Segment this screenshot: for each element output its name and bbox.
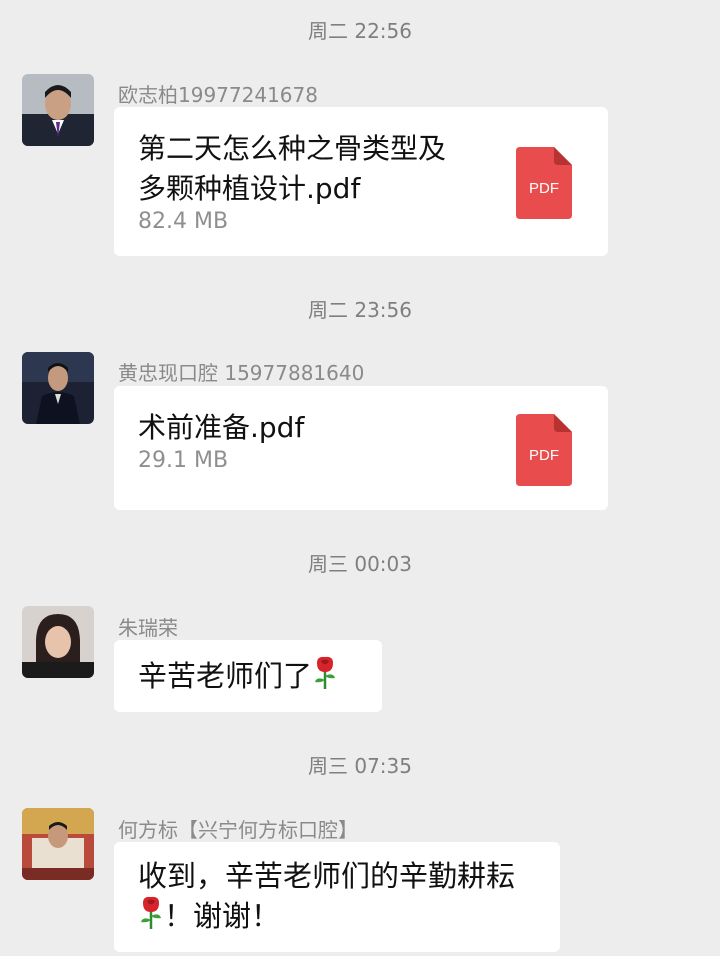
file-name: 第二天怎么种之骨类型及 多颗种植设计.pdf	[138, 132, 447, 205]
sender-name: 欧志柏19977241678	[118, 83, 318, 107]
sender-name: 黄忠现口腔 15977881640	[118, 361, 365, 385]
sender-name: 何方标【兴宁何方标口腔】	[118, 818, 358, 842]
timestamp: 周二 23:56	[308, 298, 412, 322]
file-size: 29.1 MB	[138, 448, 229, 473]
rose-emoji-icon	[138, 896, 164, 940]
avatar[interactable]	[22, 352, 94, 424]
text-message-bubble[interactable]: 辛苦老师们了	[114, 640, 382, 712]
message-text: 收到，辛苦老师们的辛勤耕耘 ！谢谢！	[138, 856, 515, 940]
avatar[interactable]	[22, 74, 94, 146]
timestamp: 周三 00:03	[308, 552, 412, 576]
rose-emoji-icon	[312, 656, 338, 700]
pdf-file-icon: PDF	[516, 147, 572, 219]
file-message-bubble[interactable]: 第二天怎么种之骨类型及 多颗种植设计.pdf 82.4 MB PDF	[114, 107, 608, 256]
message-text: 辛苦老师们了	[138, 656, 338, 700]
file-size: 82.4 MB	[138, 209, 229, 234]
text-message-bubble[interactable]: 收到，辛苦老师们的辛勤耕耘 ！谢谢！	[114, 842, 560, 952]
file-message-bubble[interactable]: 术前准备.pdf 29.1 MB PDF	[114, 386, 608, 510]
timestamp: 周三 07:35	[308, 754, 412, 778]
pdf-badge-label: PDF	[529, 180, 559, 197]
sender-name: 朱瑞荣	[118, 616, 178, 640]
file-name: 术前准备.pdf	[138, 411, 305, 444]
pdf-file-icon: PDF	[516, 414, 572, 486]
timestamp: 周二 22:56	[308, 19, 412, 43]
pdf-badge-label: PDF	[529, 447, 559, 464]
avatar[interactable]	[22, 808, 94, 880]
avatar[interactable]	[22, 606, 94, 678]
